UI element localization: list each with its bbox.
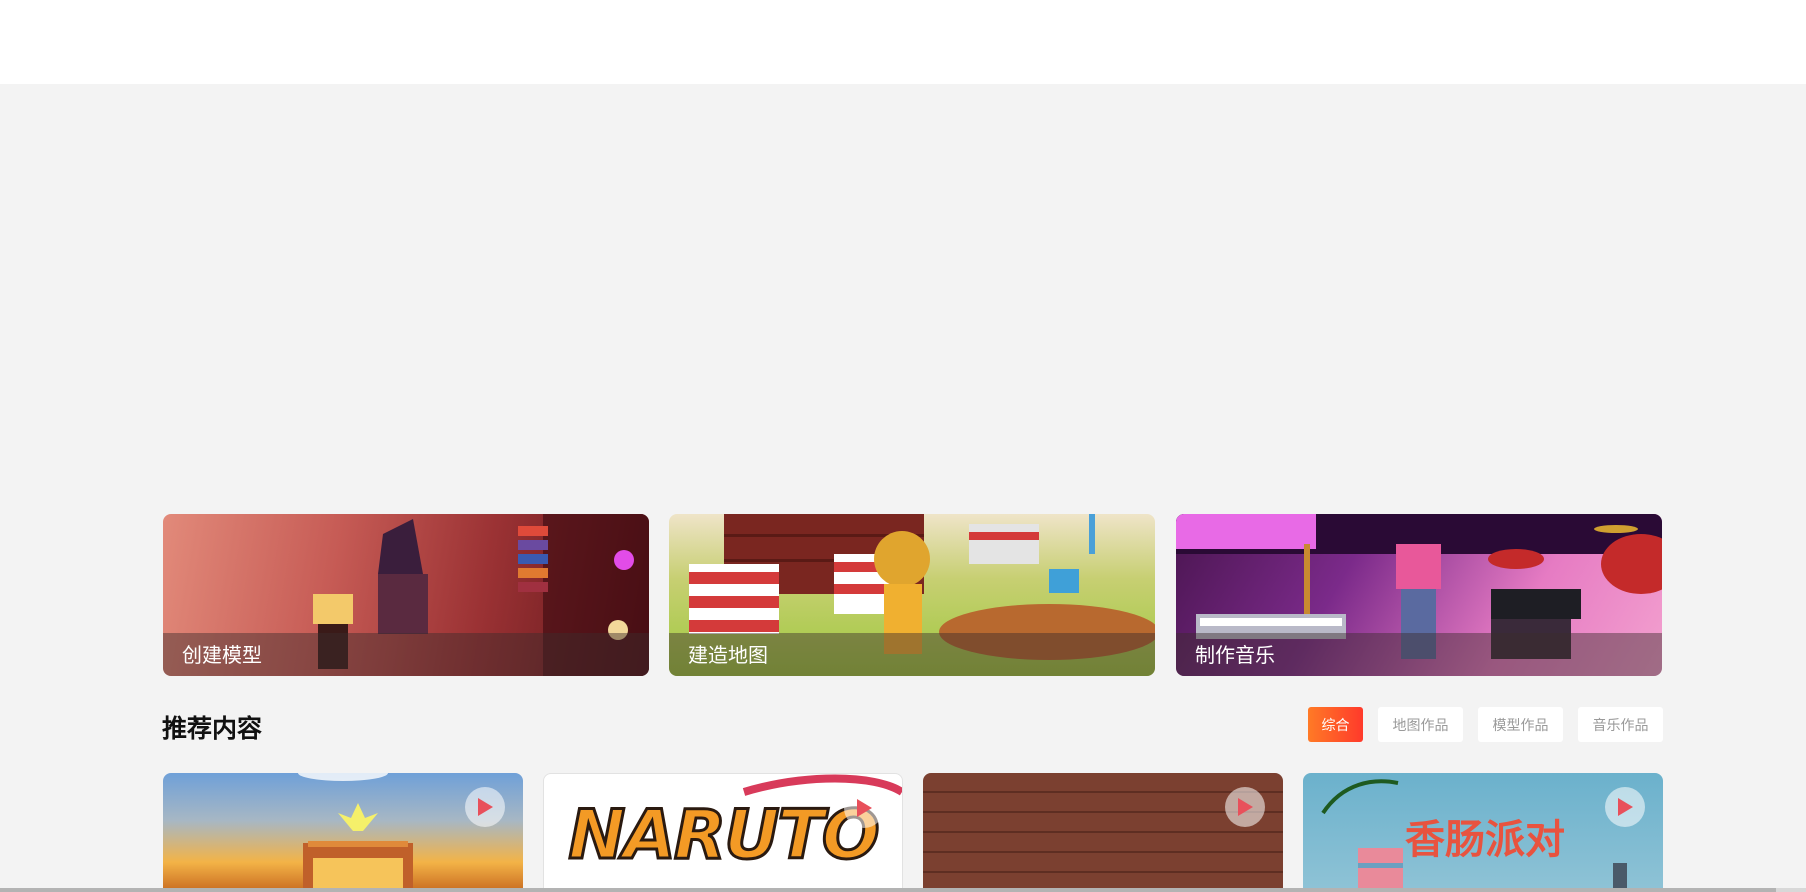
build-map-label: 建造地图 (688, 643, 768, 667)
content-card[interactable] (923, 773, 1283, 892)
content-card[interactable] (163, 773, 523, 892)
content-thumbnail: 香肠派对 (1303, 773, 1663, 892)
horizontal-scrollbar-thumb[interactable] (0, 888, 1776, 892)
filter-tab-model-works[interactable]: 模型作品 (1478, 707, 1563, 742)
content-thumbnail: NARUTO (544, 774, 902, 891)
content-card[interactable]: NARUTO (543, 773, 903, 892)
make-music-card[interactable]: 制作音乐 (1176, 514, 1662, 676)
create-model-card[interactable]: 创建模型 (163, 514, 649, 676)
play-button[interactable] (1605, 787, 1645, 827)
content-thumbnail (923, 773, 1283, 892)
filter-tab-music-works[interactable]: 音乐作品 (1578, 707, 1663, 742)
play-button[interactable] (1225, 787, 1265, 827)
play-icon (857, 799, 872, 817)
top-navigation-bar (0, 0, 1806, 84)
filter-tab-map-works[interactable]: 地图作品 (1378, 707, 1463, 742)
play-icon (1238, 798, 1253, 816)
content-card[interactable]: 香肠派对 (1303, 773, 1663, 892)
filter-tab-all[interactable]: 综合 (1308, 707, 1363, 742)
recommended-section-title: 推荐内容 (162, 714, 263, 743)
play-button[interactable] (465, 787, 505, 827)
create-model-label: 创建模型 (182, 643, 262, 667)
make-music-label: 制作音乐 (1195, 643, 1275, 667)
build-map-card[interactable]: 建造地图 (669, 514, 1155, 676)
content-thumbnail (298, 773, 413, 892)
play-icon (1618, 798, 1633, 816)
play-button[interactable] (844, 788, 884, 828)
thumbnail-text: 香肠派对 (1405, 817, 1565, 863)
play-icon (478, 798, 493, 816)
